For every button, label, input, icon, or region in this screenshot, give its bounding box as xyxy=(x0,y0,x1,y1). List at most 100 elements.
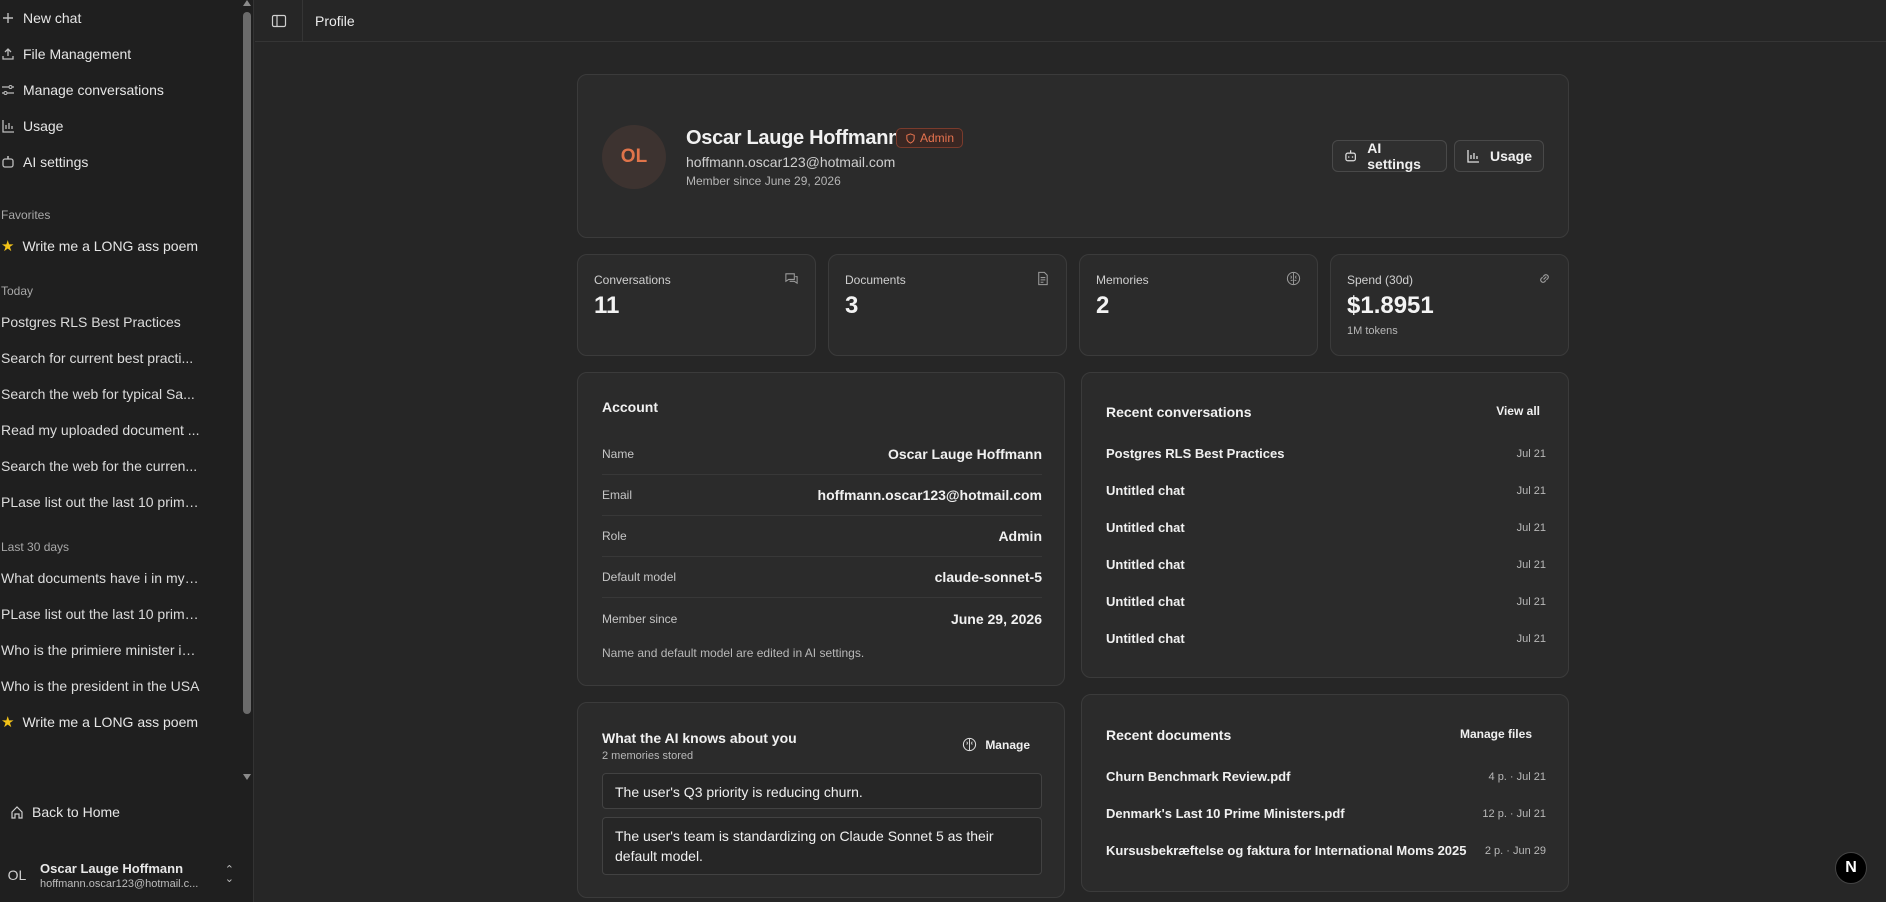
manage-conversations-label: Manage conversations xyxy=(23,82,164,98)
scrollbar-thumb[interactable] xyxy=(243,12,251,714)
chat-list-item[interactable]: Search the web for the curren... xyxy=(0,448,200,484)
bot-icon xyxy=(1345,150,1356,162)
chat-list-item[interactable]: PLase list out the last 10 prime... xyxy=(0,484,200,520)
document-row[interactable]: Denmark's Last 10 Prime Ministers.pdf 12 … xyxy=(1106,795,1546,832)
page-title: Profile xyxy=(315,12,355,29)
sidebar: New chat File Management Manage conversa… xyxy=(0,0,254,902)
memories-count: 2 memories stored xyxy=(602,750,694,762)
last-30-days-heading: Last 30 days xyxy=(1,540,70,554)
file-management-link[interactable]: File Management xyxy=(0,36,240,72)
account-value: claude-sonnet-5 xyxy=(934,569,1042,585)
manage-memories-button[interactable]: Manage xyxy=(962,737,1030,752)
chat-list-item[interactable]: PLase list out the last 10 prime... xyxy=(0,596,200,632)
scroll-up-arrow-icon[interactable] xyxy=(243,0,251,6)
account-value: Oscar Lauge Hoffmann xyxy=(887,446,1042,462)
new-chat-button[interactable]: New chat xyxy=(0,0,240,36)
recent-conversations-title: Recent conversations xyxy=(1106,404,1252,420)
document-meta: 2 p. · Jun 29 xyxy=(1484,844,1546,857)
starred-chat-label: Write me a LONG ass poem xyxy=(22,714,199,730)
link-icon xyxy=(1537,271,1552,289)
manage-conversations-link[interactable]: Manage conversations xyxy=(0,72,240,108)
conversation-date: Jul 21 xyxy=(1516,632,1546,645)
chat-list-item[interactable]: Search for current best practi... xyxy=(0,340,200,376)
sidebar-toggle-button[interactable] xyxy=(255,0,303,42)
conversation-name: Untitled chat xyxy=(1106,594,1185,609)
conversation-row[interactable]: Untitled chat Jul 21 xyxy=(1106,472,1546,509)
today-heading: Today xyxy=(1,284,34,298)
chat-list-item[interactable]: Postgres RLS Best Practices xyxy=(0,304,200,340)
manage-files-link[interactable]: Manage files xyxy=(1460,727,1532,741)
conversation-date: Jul 21 xyxy=(1516,558,1546,571)
back-to-home-link[interactable]: Back to Home xyxy=(10,804,120,820)
chevron-up-down-icon[interactable]: ⌃ ⌄ xyxy=(225,865,234,885)
stat-card-documents: Documents 3 xyxy=(828,254,1067,356)
stat-subtext: 1M tokens xyxy=(1347,325,1398,337)
account-row-member-since: Member since June 29, 2026 xyxy=(602,598,1042,639)
document-meta: 12 p. · Jul 21 xyxy=(1482,807,1546,820)
new-chat-label: New chat xyxy=(23,10,82,26)
recent-documents-title: Recent documents xyxy=(1106,727,1232,743)
conversation-date: Jul 21 xyxy=(1516,484,1546,497)
stat-card-spend: Spend (30d) $1.8951 1M tokens xyxy=(1330,254,1569,356)
manage-label: Manage xyxy=(985,737,1030,752)
usage-button[interactable]: Usage xyxy=(1454,140,1544,172)
conversation-row[interactable]: Untitled chat Jul 21 xyxy=(1106,620,1546,657)
conversation-row[interactable]: Postgres RLS Best Practices Jul 21 xyxy=(1106,435,1546,472)
ai-knowledge-card: What the AI knows about you 2 memories s… xyxy=(577,702,1065,898)
chat-list-item[interactable]: What documents have i in my ... xyxy=(0,560,200,596)
favorite-chat-label: Write me a LONG ass poem xyxy=(22,238,199,254)
conversation-date: Jul 21 xyxy=(1516,595,1546,608)
ai-settings-link[interactable]: AI settings xyxy=(0,144,240,180)
favorite-chat-item[interactable]: ★ Write me a LONG ass poem xyxy=(0,228,240,264)
avatar: OL xyxy=(7,867,27,883)
usage-label: Usage xyxy=(23,118,64,134)
stat-label: Memories xyxy=(1096,273,1149,287)
file-management-label: File Management xyxy=(23,46,132,62)
chat-list-item[interactable]: Who is the primiere minister in... xyxy=(0,632,200,668)
stat-value: 2 xyxy=(1096,292,1110,319)
panel-left-icon xyxy=(271,14,286,27)
account-note: Name and default model are edited in AI … xyxy=(602,646,865,660)
account-value: Admin xyxy=(998,528,1042,544)
document-row[interactable]: Churn Benchmark Review.pdf 4 p. · Jul 21 xyxy=(1106,758,1546,795)
ai-settings-button[interactable]: AI settings xyxy=(1332,140,1447,172)
user-name: Oscar Lauge Hoffmann xyxy=(40,860,184,876)
profile-member-since: Member since June 29, 2026 xyxy=(686,174,841,188)
view-all-link[interactable]: View all xyxy=(1496,404,1540,418)
usage-link[interactable]: Usage xyxy=(0,108,240,144)
chat-list-item[interactable]: Read my uploaded document ... xyxy=(0,412,200,448)
chat-list-item[interactable]: Who is the president in the USA xyxy=(0,668,200,704)
back-to-home-label: Back to Home xyxy=(32,804,120,820)
recent-conversations-card: Recent conversations View all Postgres R… xyxy=(1081,372,1569,678)
shield-icon xyxy=(906,132,915,144)
bar-chart-icon xyxy=(1,119,23,133)
account-row-default-model: Default model claude-sonnet-5 xyxy=(602,557,1042,598)
nextjs-dev-indicator[interactable]: N xyxy=(1835,852,1867,884)
conversation-row[interactable]: Untitled chat Jul 21 xyxy=(1106,546,1546,583)
starred-chat-item[interactable]: ★ Write me a LONG ass poem xyxy=(0,704,240,740)
scroll-down-arrow-icon[interactable] xyxy=(243,774,251,780)
stat-label: Spend (30d) xyxy=(1347,273,1414,287)
sidebar-scroll-area: New chat File Management Manage conversa… xyxy=(0,0,240,790)
stat-value: $1.8951 xyxy=(1347,292,1434,319)
bot-icon xyxy=(1,155,23,169)
conversation-date: Jul 21 xyxy=(1516,447,1546,460)
conversation-row[interactable]: Untitled chat Jul 21 xyxy=(1106,509,1546,546)
conversation-row[interactable]: Untitled chat Jul 21 xyxy=(1106,583,1546,620)
role-badge: Admin xyxy=(896,128,964,148)
brain-icon xyxy=(963,737,977,752)
plus-icon xyxy=(1,11,23,25)
sidebar-scrollbar[interactable] xyxy=(241,0,254,790)
conversation-name: Untitled chat xyxy=(1106,520,1185,535)
stat-value: 3 xyxy=(845,292,859,319)
sliders-icon xyxy=(1,83,23,97)
chat-list-item[interactable]: Search the web for typical Sa... xyxy=(0,376,200,412)
ai-settings-button-label: AI settings xyxy=(1367,140,1421,172)
document-row[interactable]: Kursusbekræftelse og faktura for Interna… xyxy=(1106,832,1546,869)
profile-avatar: OL xyxy=(602,125,666,189)
star-icon: ★ xyxy=(1,238,15,255)
conversation-name: Postgres RLS Best Practices xyxy=(1106,446,1285,461)
document-icon xyxy=(1035,271,1050,289)
memory-item: The user's team is standardizing on Clau… xyxy=(602,817,1042,875)
user-menu[interactable]: OL Oscar Lauge Hoffmann hoffmann.oscar12… xyxy=(0,852,254,898)
